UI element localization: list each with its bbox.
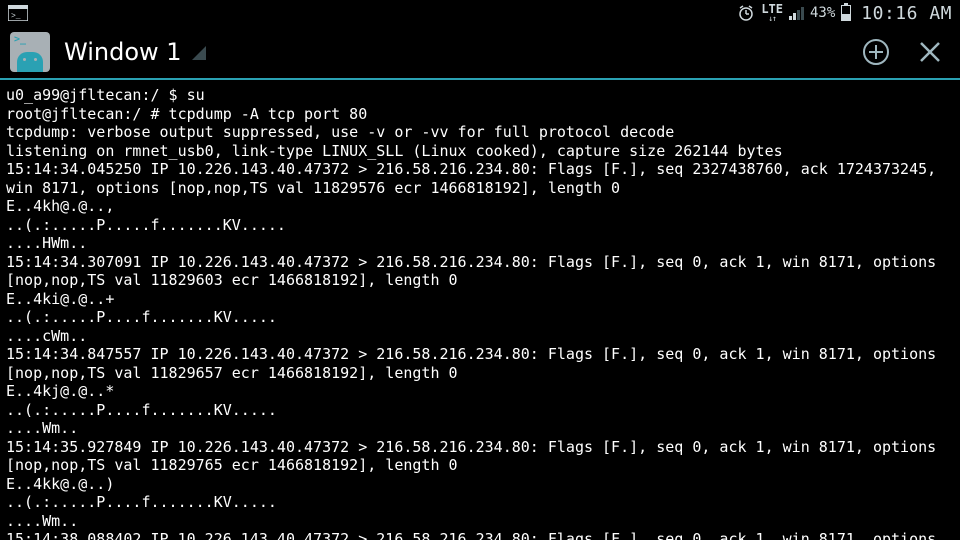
alarm-icon <box>737 4 755 22</box>
android-status-bar: >_ LTE ↓↑ 43% 10:16 AM <box>0 0 960 26</box>
svg-text:>_: >_ <box>11 12 21 21</box>
close-window-button[interactable] <box>910 32 950 72</box>
clock: 10:16 AM <box>861 3 952 24</box>
battery-icon <box>841 5 851 21</box>
window-title[interactable]: Window 1 <box>64 38 206 66</box>
network-type-label: LTE ↓↑ <box>761 4 783 23</box>
app-header: >_ Window 1 <box>0 26 960 80</box>
signal-strength-icon <box>789 6 804 20</box>
add-window-button[interactable] <box>856 32 896 72</box>
window-signal-icon <box>192 46 206 60</box>
terminal-output[interactable]: u0_a99@jfltecan:/ $ su root@jfltecan:/ #… <box>0 80 960 540</box>
battery-percent: 43% <box>810 5 835 21</box>
terminal-notification-icon: >_ <box>8 5 28 21</box>
app-icon[interactable]: >_ <box>10 32 50 72</box>
